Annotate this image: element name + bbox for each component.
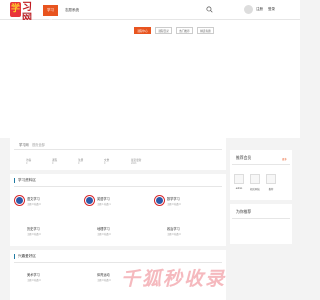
pill-course-center[interactable]: 课程中心 (134, 27, 151, 34)
forum-stats: 主题 0 帖数 0 (27, 234, 41, 236)
search-icon[interactable] (206, 6, 213, 13)
register-link[interactable]: 注册 (256, 5, 263, 14)
nav-tab-home[interactable]: 学习网 (43, 5, 58, 23)
stat-value: 0 (26, 162, 28, 165)
member-name[interactable]: 相关网站 (249, 187, 261, 191)
forum-title[interactable]: 英语学习 (97, 196, 110, 201)
forum-title[interactable]: 政治学习 (167, 226, 180, 231)
breadcrumb-home[interactable]: 学习网 (19, 142, 29, 147)
forum-icon[interactable] (85, 196, 94, 205)
watermark: 千狐秒收录 (121, 268, 227, 290)
section-title: 学习资料区 (18, 178, 36, 182)
stat-value: 0 (52, 162, 54, 165)
forum-stats: 主题 0 帖数 0 (167, 204, 181, 206)
study-section (10, 174, 226, 246)
section-marker (14, 254, 15, 259)
more-link[interactable]: 更多 (282, 157, 287, 161)
forum-title[interactable]: 体育运动 (97, 272, 110, 277)
logo-mark: 学 (10, 2, 21, 17)
pill-hot[interactable]: 热门推荐 (176, 27, 193, 34)
stat-value: 0 (78, 162, 80, 165)
forum-title[interactable]: 地理学习 (97, 226, 110, 231)
divider (14, 149, 222, 150)
top-bar: 学 习网 Study & Learning 学习网 志愿系统 注册 登录 (0, 0, 300, 24)
hero-area (0, 20, 300, 138)
forum-title[interactable]: 数学学习 (167, 196, 180, 201)
member-name[interactable]: 推荐 (265, 187, 277, 191)
divider (232, 218, 290, 219)
section-title: 兴趣爱好区 (18, 254, 36, 258)
forum-stats: 主题 0 帖数 0 (97, 234, 111, 236)
member-avatar[interactable] (250, 174, 260, 184)
divider (232, 164, 290, 165)
nav-tab-volunteer[interactable]: 志愿系统 (62, 5, 82, 16)
forum-stats: 主题 0 帖数 0 (27, 280, 41, 282)
forum-stats: 主题 0 帖数 0 (167, 234, 181, 236)
member-avatar[interactable] (234, 174, 244, 184)
section-marker (14, 178, 15, 183)
member-avatar[interactable] (266, 174, 276, 184)
divider (14, 262, 222, 263)
site-logo[interactable]: 学 习网 Study & Learning (10, 2, 40, 24)
forum-title[interactable]: 美术学习 (27, 272, 40, 277)
forum-stats: 主题 0 帖数 0 (27, 204, 41, 206)
forum-stats: 主题 1 帖数 1 (97, 204, 111, 206)
forum-icon[interactable] (15, 196, 24, 205)
divider (14, 186, 222, 187)
logo-subtitle: Study & Learning (22, 13, 32, 18)
forum-title[interactable]: 语文学习 (27, 196, 40, 201)
pill-course-list[interactable]: 课程目录 (155, 27, 172, 34)
sidebar-title: 推荐会员 (236, 156, 252, 160)
user-avatar[interactable] (244, 5, 253, 14)
breadcrumb-current: 首页全部 (32, 143, 45, 147)
forum-stats: 主题 0 帖数 0 (97, 280, 111, 282)
sidebar-title: 为你推荐 (236, 210, 252, 214)
forum-icon[interactable] (155, 196, 164, 205)
forum-title[interactable]: 历史学习 (27, 226, 40, 231)
login-link[interactable]: 登录 (268, 5, 275, 14)
stat-value: 0 (104, 162, 106, 165)
stat-value: 2023 (131, 162, 137, 165)
pill-featured[interactable]: 精选专题 (197, 27, 214, 34)
member-name[interactable]: admin (233, 187, 245, 190)
